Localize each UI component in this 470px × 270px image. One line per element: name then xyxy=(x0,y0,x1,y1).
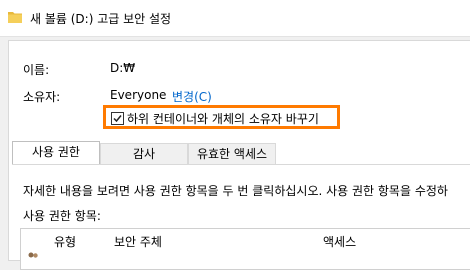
column-header-access[interactable]: 액세스 xyxy=(323,233,356,250)
tab-permissions[interactable]: 사용 권한 xyxy=(12,141,100,164)
owner-label: 소유자: xyxy=(23,90,61,104)
tab-auditing-label: 감사 xyxy=(132,147,156,161)
column-header-principal[interactable]: 보안 주체 xyxy=(114,233,162,250)
title-bar: 새 볼륨 (D:) 고급 보안 설정 xyxy=(0,0,470,37)
entries-label: 사용 권한 항목: xyxy=(23,209,101,223)
replace-owner-highlight: 하위 컨테이너와 개체의 소유자 바꾸기 xyxy=(103,105,340,129)
tabs-divider xyxy=(12,164,470,165)
checkmark-icon xyxy=(113,115,122,123)
window-title: 새 볼륨 (D:) 고급 보안 설정 xyxy=(30,12,172,26)
owner-value: Everyone xyxy=(110,88,167,102)
replace-owner-checkbox[interactable] xyxy=(111,112,124,125)
tab-permissions-label: 사용 권한 xyxy=(32,145,80,159)
permission-entries-table[interactable]: 유형 보안 주체 액세스 xyxy=(20,228,470,270)
tab-auditing[interactable]: 감사 xyxy=(100,143,188,164)
column-header-type[interactable]: 유형 xyxy=(54,233,76,250)
folder-icon xyxy=(8,12,22,23)
tab-effective-access[interactable]: 유효한 액세스 xyxy=(188,143,276,164)
replace-owner-label[interactable]: 하위 컨테이너와 개체의 소유자 바꾸기 xyxy=(127,110,319,127)
name-label: 이름: xyxy=(23,63,50,77)
change-owner-link[interactable]: 변경(C) xyxy=(172,88,212,105)
description-text: 자세한 내용을 보려면 사용 권한 항목을 두 번 클릭하십시오. 사용 권한 … xyxy=(23,184,448,198)
name-value: D:₩ xyxy=(110,61,136,75)
tab-effective-access-label: 유효한 액세스 xyxy=(196,147,268,161)
